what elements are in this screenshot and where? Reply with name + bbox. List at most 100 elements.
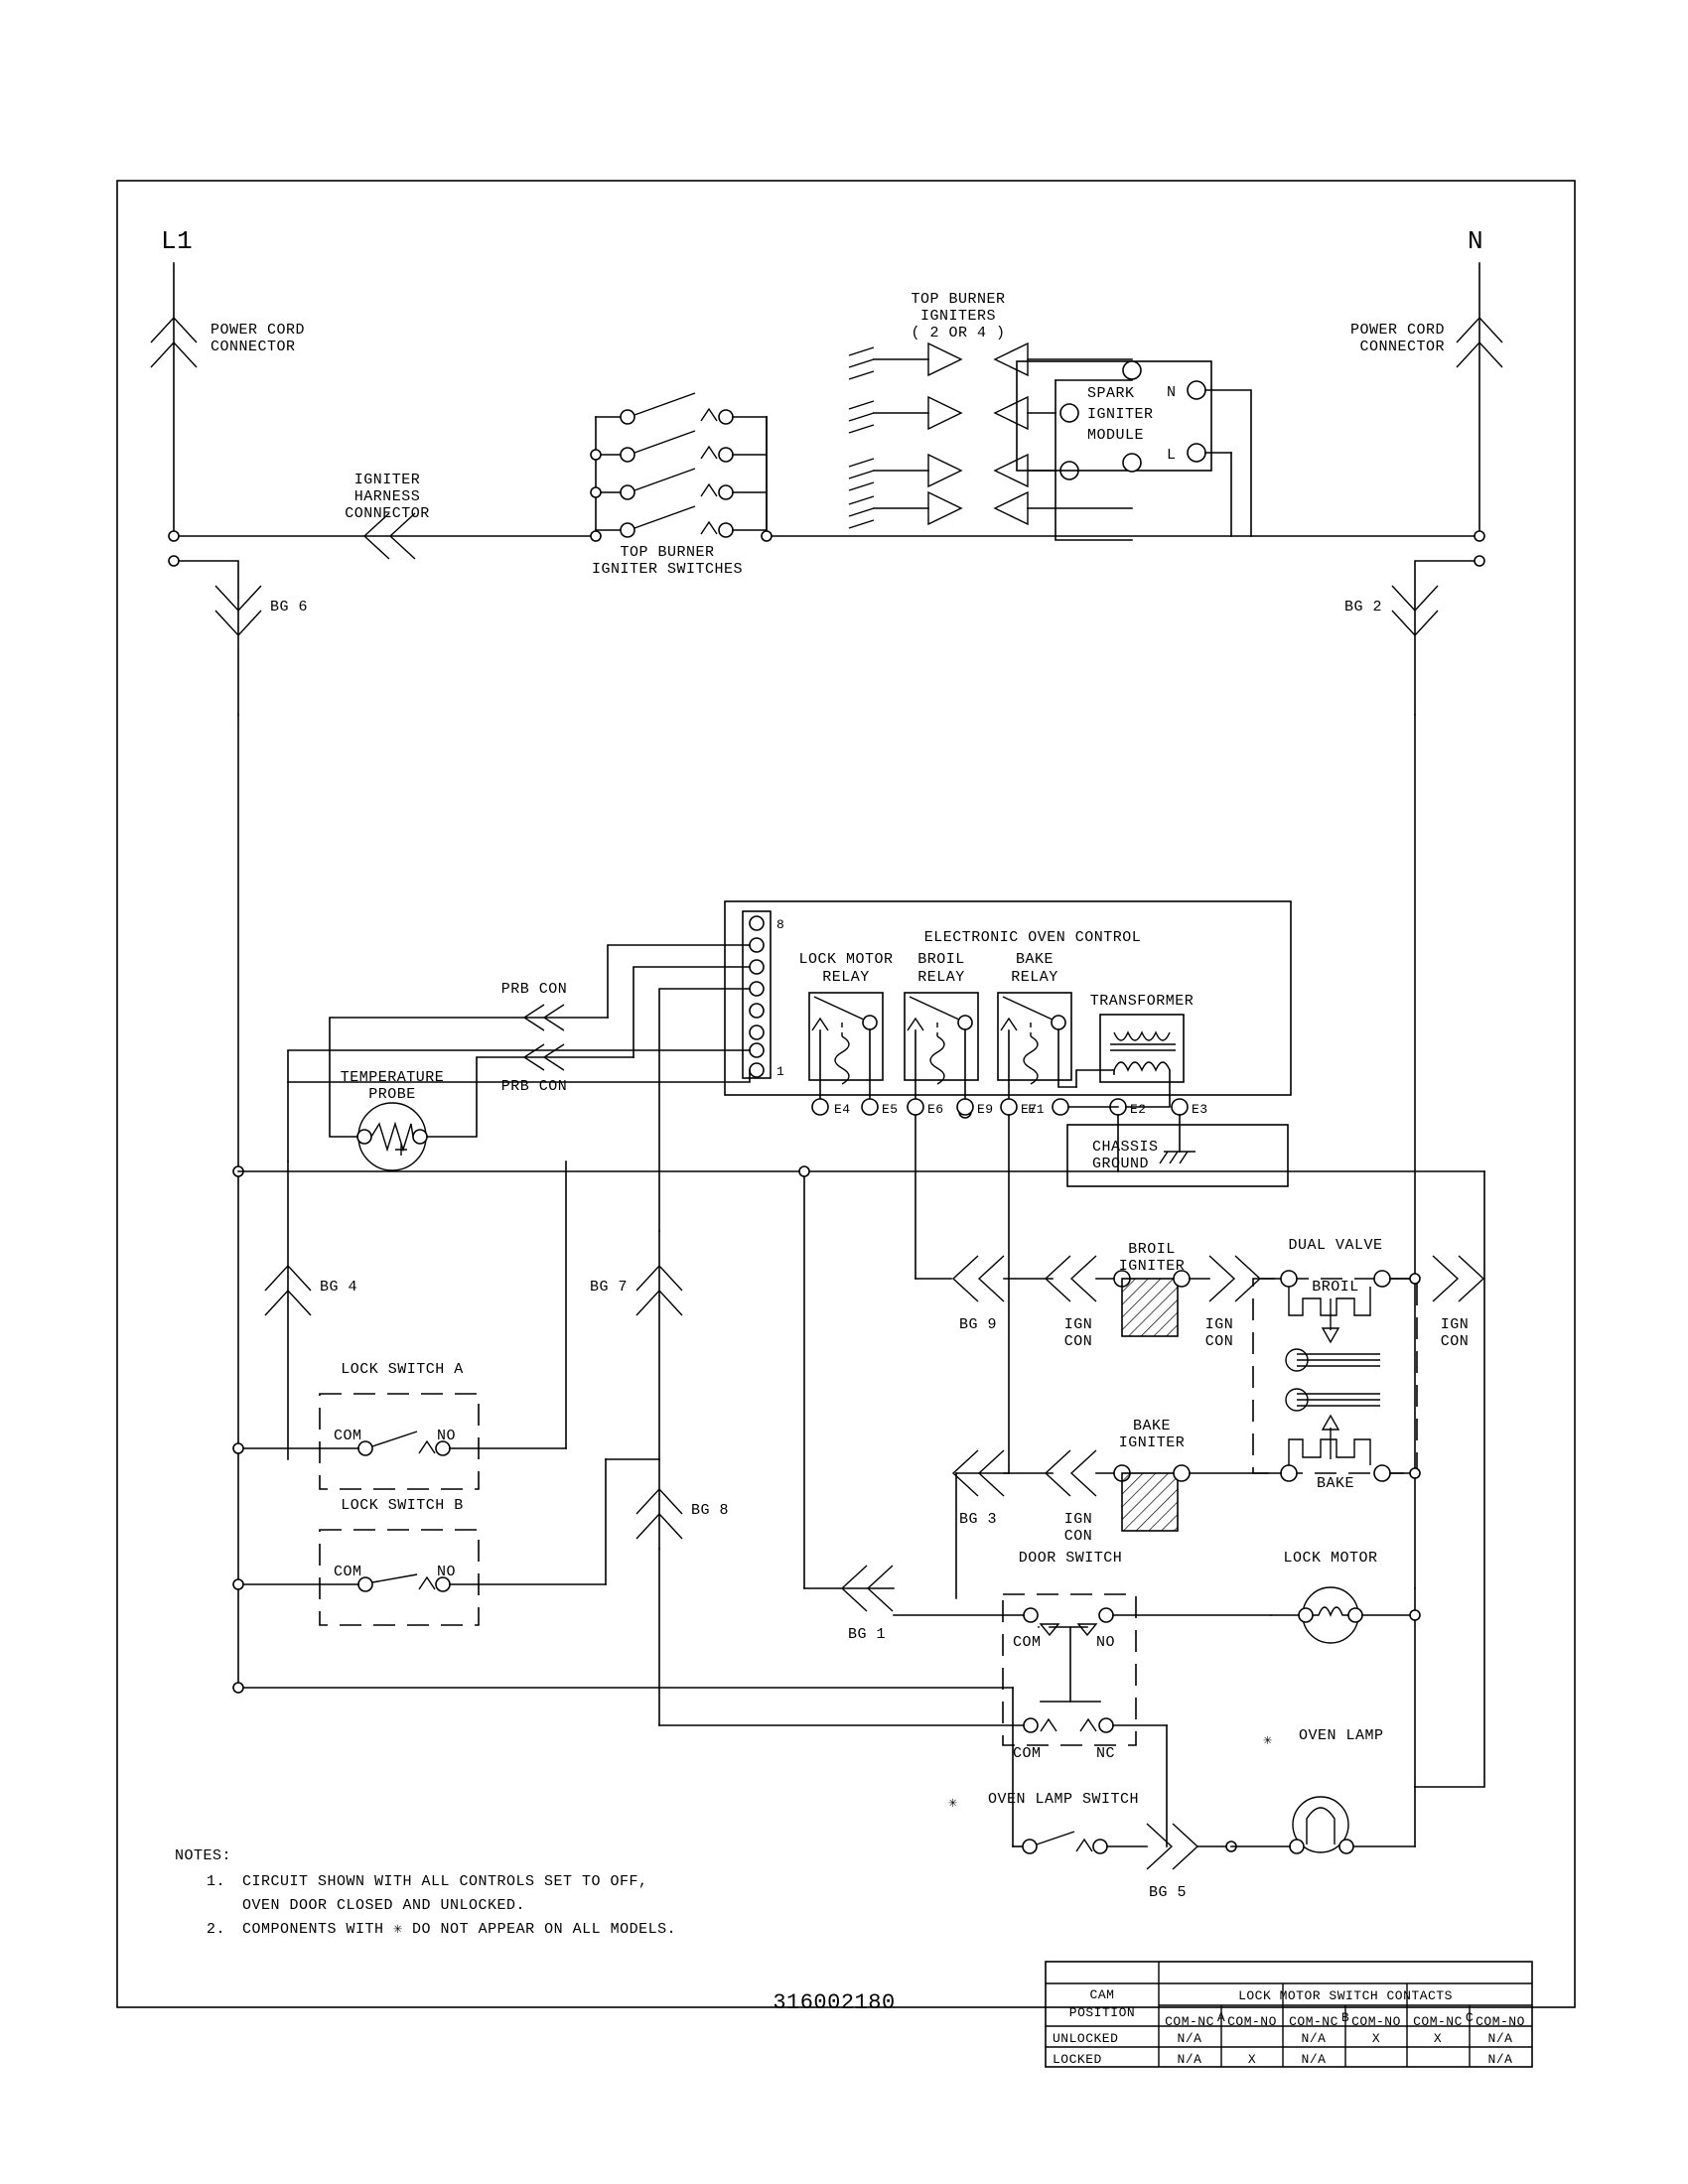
bg-1-label: BG 1 bbox=[848, 1626, 886, 1643]
prb-con-lower-label: PRB CON bbox=[501, 1078, 568, 1095]
lock-motor-relay-label-2: RELAY bbox=[822, 969, 870, 986]
top-burner-igniters-label-1: TOP BURNER bbox=[911, 291, 1005, 308]
bake-igniter-label-1: BAKE bbox=[1133, 1418, 1171, 1434]
oven-lamp bbox=[1289, 1796, 1354, 1854]
notes-heading: NOTES: bbox=[175, 1847, 231, 1864]
top-burner-igniter-4 bbox=[848, 490, 1133, 529]
cam-table-subheader-5: COM-NO bbox=[1476, 2014, 1525, 2029]
junction-valve-right-broil bbox=[1409, 1273, 1421, 1285]
lock-switch-a-no: NO bbox=[437, 1428, 456, 1444]
terminal-e5-label: E5 bbox=[882, 1102, 899, 1117]
lock-motor-relay bbox=[808, 992, 884, 1101]
temperature-probe bbox=[356, 1102, 428, 1171]
broil-igniter bbox=[1121, 1270, 1191, 1337]
probe-wire-upper bbox=[607, 944, 751, 1019]
broil-igniter-label-2: IGNITER bbox=[1119, 1258, 1186, 1275]
probe-right-wire bbox=[426, 1056, 634, 1138]
lock-switch-b[interactable] bbox=[237, 1529, 607, 1626]
lock-switch-a-com: COM bbox=[334, 1428, 362, 1444]
oven-lamp-switch-label: OVEN LAMP SWITCH bbox=[988, 1791, 1139, 1808]
bg-5-label: BG 5 bbox=[1149, 1884, 1187, 1901]
junction-bg2 bbox=[1474, 555, 1485, 567]
terminal-e2-label: E2 bbox=[1130, 1102, 1147, 1117]
cam-table-row-1-cell-1: X bbox=[1248, 2052, 1256, 2067]
valve-ign-con-label-2: CON bbox=[1441, 1333, 1470, 1350]
bg-9-connector-icon bbox=[951, 1255, 1005, 1302]
oven-lamp-switch-asterisk: ✳ bbox=[948, 1795, 958, 1812]
cam-table-subheader-2: COM-NC bbox=[1289, 2014, 1338, 2029]
dual-valve-bake-label: BAKE bbox=[1317, 1475, 1354, 1492]
cam-table-group-c: C bbox=[1466, 2010, 1474, 2025]
broil-relay bbox=[904, 992, 979, 1101]
top-burner-switches-label-2: IGNITER SWITCHES bbox=[592, 561, 743, 578]
electronic-oven-control-title: ELECTRONIC OVEN CONTROL bbox=[924, 929, 1142, 946]
junction-lock-b-left bbox=[232, 1578, 244, 1590]
bake-relay-label-2: RELAY bbox=[1011, 969, 1058, 986]
lock-switch-b-title: LOCK SWITCH B bbox=[341, 1497, 464, 1514]
power-cord-right-label-2: CONNECTOR bbox=[1359, 339, 1445, 355]
door-switch-com-bottom: COM bbox=[1013, 1745, 1042, 1762]
temperature-probe-label-1: TEMPERATURE bbox=[341, 1069, 445, 1086]
terminal-e1-label: E1 bbox=[1028, 1102, 1045, 1117]
prb-con-upper-label: PRB CON bbox=[501, 981, 568, 998]
module-n-to-neutral bbox=[1204, 389, 1252, 537]
connector-pin-1-label: 1 bbox=[776, 1064, 784, 1079]
chassis-ground-label-1: CHASSIS bbox=[1092, 1139, 1159, 1156]
note-1-line-2: OVEN DOOR CLOSED AND UNLOCKED. bbox=[242, 1897, 525, 1914]
valve-ign-con-icon bbox=[1432, 1255, 1485, 1302]
bake-relay bbox=[997, 992, 1077, 1101]
lock-motor bbox=[1298, 1586, 1363, 1644]
bg-8-label: BG 8 bbox=[691, 1502, 729, 1519]
connector-pin-8-label: 8 bbox=[776, 917, 784, 932]
bake-igniter-label-2: IGNITER bbox=[1119, 1434, 1186, 1451]
spark-module-terminal-n: N bbox=[1167, 384, 1177, 401]
spark-module-label-3: MODULE bbox=[1087, 427, 1144, 444]
top-burner-igniter-switches[interactable] bbox=[590, 392, 768, 542]
right-bottom-bus bbox=[1414, 1170, 1485, 1788]
door-switch-no: NO bbox=[1096, 1634, 1115, 1651]
dual-valve-title: DUAL VALVE bbox=[1288, 1237, 1382, 1254]
cam-table-row-0-cell-2: N/A bbox=[1302, 2031, 1327, 2046]
cam-table-row-1-cell-2: N/A bbox=[1302, 2052, 1327, 2067]
chassis-ground-label-2: GROUND bbox=[1092, 1156, 1149, 1172]
bake-relay-label-1: BAKE bbox=[1016, 951, 1054, 968]
power-cord-left-label-2: CONNECTOR bbox=[211, 339, 296, 355]
dual-valve bbox=[1252, 1270, 1418, 1482]
lock-motor-relay-label-1: LOCK MOTOR bbox=[798, 951, 893, 968]
terminal-e6-label: E6 bbox=[927, 1102, 944, 1117]
junction-lock-motor-right bbox=[1409, 1609, 1421, 1621]
junction-l1-bus bbox=[168, 530, 180, 542]
door-switch-com-top: COM bbox=[1013, 1634, 1042, 1651]
door-switch[interactable] bbox=[658, 1593, 1272, 1746]
bg-9-label: BG 9 bbox=[959, 1316, 997, 1333]
cam-table-row-header-2: POSITION bbox=[1069, 2005, 1135, 2020]
transformer bbox=[1099, 1014, 1185, 1107]
junction-lock-a-left bbox=[232, 1442, 244, 1454]
cam-table-group-b: B bbox=[1341, 2010, 1349, 2025]
cam-table-row-0-cell-5: N/A bbox=[1488, 2031, 1513, 2046]
bg-5-connector-icon bbox=[1146, 1823, 1199, 1870]
schematic-canvas: L1 N POWER CORD CONNECTOR POWER CORD CON… bbox=[116, 180, 1576, 2068]
bg-2-label: BG 2 bbox=[1344, 599, 1382, 615]
top-burner-igniter-3 bbox=[848, 453, 1056, 491]
broil-ign-con-right-label-1: IGN bbox=[1205, 1316, 1234, 1333]
broil-relay-label-1: BROIL bbox=[917, 951, 965, 968]
cam-table-row-1-cell-0: N/A bbox=[1178, 2052, 1202, 2067]
cam-table-row-0-cell-3: X bbox=[1372, 2031, 1380, 2046]
note-2-number: 2. bbox=[207, 1921, 225, 1938]
terminal-e9-label: E9 bbox=[977, 1102, 994, 1117]
l1-label: L1 bbox=[161, 226, 193, 256]
lock-switch-b-no: NO bbox=[437, 1564, 456, 1580]
broil-relay-label-2: RELAY bbox=[917, 969, 965, 986]
bg-6-label: BG 6 bbox=[270, 599, 308, 615]
lock-switch-a-title: LOCK SWITCH A bbox=[341, 1361, 464, 1378]
junction-n-bus bbox=[1474, 530, 1485, 542]
cam-table-subheader-3: COM-NO bbox=[1351, 2014, 1401, 2029]
oven-lamp-switch[interactable] bbox=[237, 1687, 1148, 1854]
part-number: 316002180 bbox=[773, 1990, 895, 2015]
terminal-e4-label: E4 bbox=[834, 1102, 851, 1117]
top-burner-igniter-2 bbox=[848, 395, 1056, 434]
junction-switch-bus bbox=[761, 530, 773, 542]
top-burner-switches-label-1: TOP BURNER bbox=[620, 544, 714, 561]
spark-module-terminal-l: L bbox=[1167, 447, 1177, 464]
